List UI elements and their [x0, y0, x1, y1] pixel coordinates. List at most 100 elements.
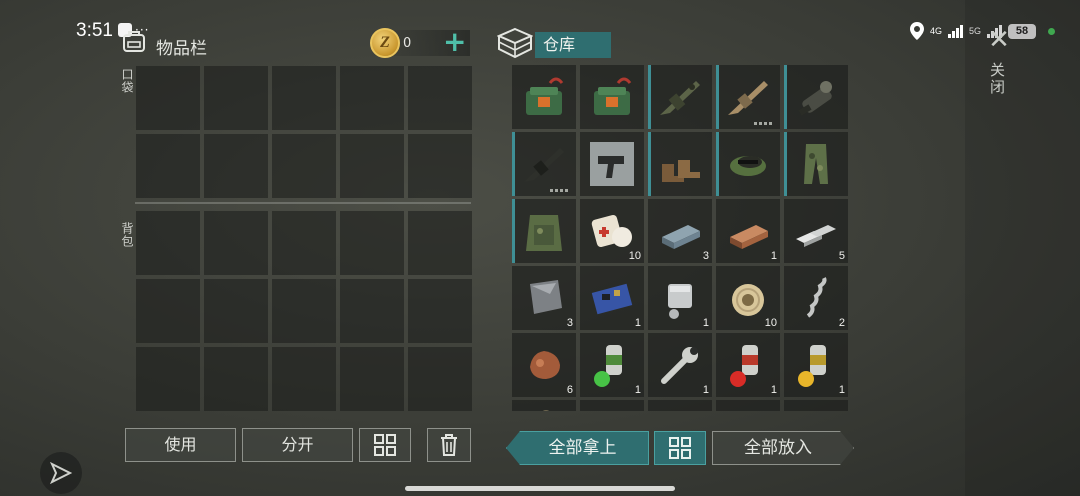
backpack-slot[interactable]: [204, 211, 268, 275]
split-button[interactable]: 分开: [242, 428, 353, 462]
storage-slot[interactable]: [648, 400, 712, 411]
storage-slot[interactable]: [580, 65, 644, 129]
pocket-slot[interactable]: [408, 134, 472, 198]
item-quantity: 1: [702, 384, 709, 396]
storage-slot[interactable]: [648, 132, 712, 196]
status-time: 3:51: [76, 20, 113, 41]
storage-slot[interactable]: 1: [580, 266, 644, 330]
item-quantity: 2: [838, 317, 845, 329]
item-quantity: 10: [764, 317, 777, 329]
item-quantity: 3: [702, 250, 709, 262]
storage-slot[interactable]: 5: [784, 199, 848, 263]
storage-slot[interactable]: 2: [784, 266, 848, 330]
storage-slot[interactable]: [784, 65, 848, 129]
location-icon: [910, 22, 924, 40]
backpack-slot[interactable]: [204, 279, 268, 343]
backpack-slot[interactable]: [340, 347, 404, 411]
backpack-slot[interactable]: [272, 279, 336, 343]
storage-slot[interactable]: [512, 132, 576, 196]
storage-slot[interactable]: 1: [716, 333, 780, 397]
storage-slot[interactable]: [512, 400, 576, 411]
storage-slot[interactable]: [648, 65, 712, 129]
send-arrow-icon: [50, 462, 72, 484]
network-4g-label: 4G: [930, 26, 943, 36]
backpack-slot[interactable]: [204, 347, 268, 411]
storage-sort-button[interactable]: [654, 431, 706, 465]
storage-slot[interactable]: 6: [512, 333, 576, 397]
durability-dots: [754, 122, 772, 125]
close-label[interactable]: 关闭: [988, 62, 1008, 96]
backpack-slot[interactable]: [408, 279, 472, 343]
storage-slot[interactable]: [784, 132, 848, 196]
backpack-grid: [136, 211, 472, 411]
storage-crate-icon: [497, 27, 533, 59]
pocket-slot[interactable]: [136, 134, 200, 198]
pocket-slot[interactable]: [204, 66, 268, 130]
grid-sort-icon: [669, 437, 691, 459]
storage-slot[interactable]: [716, 132, 780, 196]
storage-slot[interactable]: 1: [648, 333, 712, 397]
close-panel: [965, 0, 1080, 496]
close-icon[interactable]: ✕: [985, 26, 1013, 54]
storage-slot[interactable]: 1: [580, 333, 644, 397]
pocket-slot[interactable]: [136, 66, 200, 130]
backpack-slot[interactable]: [272, 211, 336, 275]
storage-slot[interactable]: [512, 199, 576, 263]
pocket-slot[interactable]: [272, 66, 336, 130]
inventory-title: 物品栏: [156, 39, 207, 59]
backpack-slot[interactable]: [340, 279, 404, 343]
backpack-slot[interactable]: [408, 211, 472, 275]
pocket-slot[interactable]: [340, 134, 404, 198]
trash-button[interactable]: [427, 428, 471, 462]
storage-slot[interactable]: 10: [580, 199, 644, 263]
navigate-button[interactable]: [40, 452, 82, 494]
backpack-slot[interactable]: [340, 211, 404, 275]
item-quantity: 1: [838, 384, 845, 396]
add-coins-button[interactable]: +: [443, 28, 467, 56]
storage-slot[interactable]: [512, 65, 576, 129]
use-button[interactable]: 使用: [125, 428, 236, 462]
grid-sort-icon: [374, 434, 396, 456]
durability-dots: [550, 189, 568, 192]
trash-icon: [441, 434, 457, 456]
storage-slot[interactable]: [716, 400, 780, 411]
take-all-button[interactable]: 全部拿上: [506, 431, 649, 465]
item-quantity: 1: [634, 384, 641, 396]
backpack-slot[interactable]: [272, 347, 336, 411]
storage-slot[interactable]: 1: [648, 266, 712, 330]
coin-count: 0: [403, 36, 412, 51]
section-divider: [135, 202, 471, 204]
item-quantity: 10: [628, 250, 641, 262]
backpack-slot[interactable]: [136, 347, 200, 411]
storage-slot[interactable]: 1: [716, 199, 780, 263]
item-quantity: 5: [838, 250, 845, 262]
item-quantity: 3: [566, 317, 573, 329]
pocket-slot[interactable]: [204, 134, 268, 198]
storage-grid: 10 3 1 5 3 1 1 10 2 6 1 1 1 1: [512, 65, 848, 411]
pocket-grid: [136, 66, 472, 198]
home-indicator[interactable]: [405, 486, 675, 491]
item-quantity: 1: [770, 384, 777, 396]
storage-slot[interactable]: [580, 400, 644, 411]
pocket-slot[interactable]: [340, 66, 404, 130]
storage-slot[interactable]: 3: [512, 266, 576, 330]
item-quantity: 6: [566, 384, 573, 396]
backpack-slot[interactable]: [136, 279, 200, 343]
backpack-slot[interactable]: [136, 211, 200, 275]
coin-icon: Z: [370, 28, 400, 58]
backpack-slot[interactable]: [408, 347, 472, 411]
storage-title: 仓库: [535, 32, 611, 58]
pocket-slot[interactable]: [408, 66, 472, 130]
storage-slot[interactable]: 3: [648, 199, 712, 263]
pocket-slot[interactable]: [272, 134, 336, 198]
backpack-label: 背包: [120, 222, 134, 248]
sort-button[interactable]: [359, 428, 411, 462]
storage-slot[interactable]: [716, 65, 780, 129]
storage-slot[interactable]: [784, 400, 848, 411]
item-quantity: 1: [634, 317, 641, 329]
storage-slot[interactable]: 1: [784, 333, 848, 397]
item-quantity: 1: [770, 250, 777, 262]
storage-slot[interactable]: [580, 132, 644, 196]
storage-slot[interactable]: 10: [716, 266, 780, 330]
put-all-button[interactable]: 全部放入: [712, 431, 854, 465]
